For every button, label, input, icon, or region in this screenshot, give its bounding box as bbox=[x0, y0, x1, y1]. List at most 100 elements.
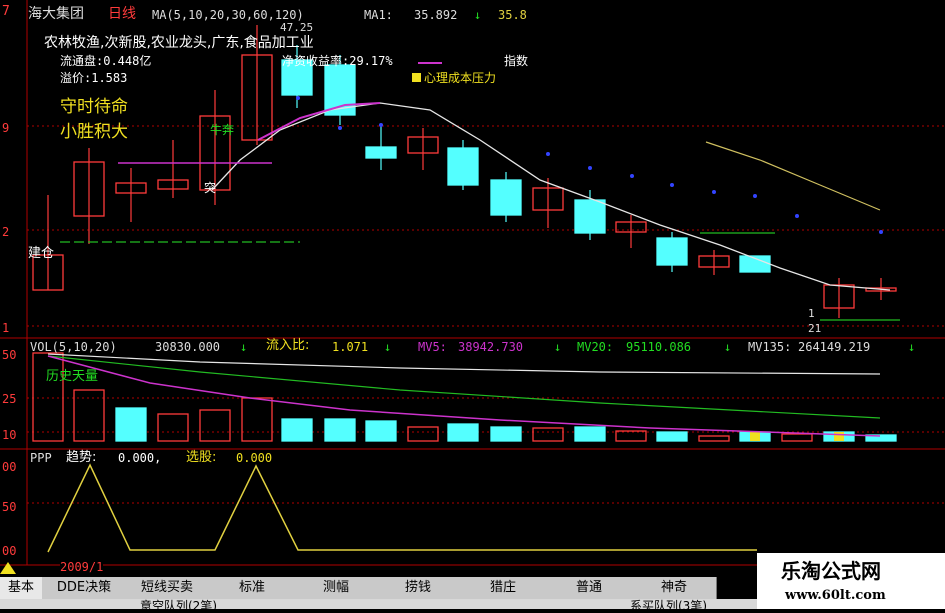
volume-bar bbox=[781, 433, 813, 442]
date-label: 2009/1 bbox=[60, 560, 104, 574]
index-legend-line bbox=[418, 62, 442, 64]
cost-legend-label: 心理成本压力 bbox=[424, 71, 497, 85]
select-value: 0.000 bbox=[236, 451, 273, 465]
mv20-value: 95110.086 bbox=[626, 340, 692, 354]
trend-label: 趋势: bbox=[66, 450, 97, 465]
volume-bar bbox=[407, 426, 439, 442]
volume-bar bbox=[281, 418, 313, 442]
volume-bar bbox=[615, 430, 647, 442]
annotation-niuben: 牛奔 bbox=[210, 123, 235, 137]
volume-bar bbox=[365, 420, 397, 442]
tab-4[interactable]: 测幅 bbox=[296, 577, 377, 599]
peak-price: 47.25 bbox=[280, 21, 314, 34]
main-y-label: 2 bbox=[2, 225, 10, 239]
tab-8[interactable]: 神奇 bbox=[632, 577, 717, 599]
main-y-label: 9 bbox=[2, 121, 10, 135]
slogan-2: 小胜积大 bbox=[60, 122, 128, 142]
volume-highlight bbox=[750, 432, 760, 441]
ppp-y-label: 00 bbox=[2, 460, 17, 474]
vol-y-label: 50 bbox=[2, 348, 17, 362]
volume-bar bbox=[157, 413, 189, 442]
indicator-dot bbox=[379, 123, 383, 127]
vol-y-label: 25 bbox=[2, 392, 17, 406]
vol-value: 30830.000 bbox=[155, 340, 221, 354]
mv135-label: MV135: bbox=[748, 340, 792, 354]
ma1-label: MA1: bbox=[364, 8, 393, 22]
candle-body bbox=[574, 199, 606, 234]
indicator-dot bbox=[795, 214, 799, 218]
inflow-arrow: ↓ bbox=[384, 340, 392, 354]
scroll-triangle-icon[interactable] bbox=[0, 562, 16, 574]
candle-body bbox=[365, 146, 397, 159]
low-price: 21 bbox=[808, 322, 822, 335]
roe: 净资收益率:29.17% bbox=[282, 54, 393, 68]
volume-bar bbox=[532, 427, 564, 442]
mv5-arrow: ↓ bbox=[554, 340, 562, 354]
indicator-dot bbox=[753, 194, 757, 198]
mv135-arrow: ↓ bbox=[908, 340, 916, 354]
inflow-value: 1.071 bbox=[332, 340, 369, 354]
annotation-jiancang: 建仓 bbox=[28, 246, 55, 261]
mv20-label: MV20: bbox=[577, 340, 614, 354]
mv135-value: 264149.219 bbox=[798, 340, 871, 354]
select-label: 选股: bbox=[186, 450, 217, 465]
queue-strip: 意空队列(2笔) 系买队列(3笔) bbox=[0, 599, 757, 613]
tab-0[interactable]: 基本 bbox=[0, 577, 43, 599]
candle-body bbox=[447, 147, 479, 186]
indicator-dot bbox=[588, 166, 592, 170]
float-cap: 流通盘:0.448亿 bbox=[60, 54, 152, 68]
sell-queue: 意空队列(2笔) bbox=[140, 599, 217, 613]
tab-2[interactable]: 短线买卖 bbox=[126, 577, 209, 599]
ppp-trend-line bbox=[47, 463, 757, 553]
mv20-arrow: ↓ bbox=[724, 340, 732, 354]
low-mark: 1 bbox=[808, 307, 815, 320]
ppp-y-label: 50 bbox=[2, 500, 17, 514]
tab-5[interactable]: 捞钱 bbox=[376, 577, 461, 599]
chart-canvas bbox=[0, 0, 945, 566]
stock-name: 海大集团 bbox=[28, 6, 84, 22]
ppp-y-label: 00 bbox=[2, 544, 17, 558]
annotation-tu: 突 bbox=[204, 181, 217, 195]
volume-bar bbox=[324, 418, 356, 442]
indicator-dot bbox=[879, 230, 883, 234]
candle-body bbox=[656, 237, 688, 266]
volume-bar bbox=[241, 397, 273, 442]
vol-y-label: 10 bbox=[2, 428, 17, 442]
ppp-label: PPP bbox=[30, 451, 52, 465]
indicator-dot bbox=[630, 174, 634, 178]
volume-bar bbox=[199, 409, 231, 442]
ma-params: MA(5,10,20,30,60,120) bbox=[152, 8, 304, 22]
volume-bar bbox=[32, 352, 64, 442]
tab-6[interactable]: 猎庄 bbox=[460, 577, 547, 599]
volume-bar bbox=[574, 426, 606, 442]
axis-top-value: 7 bbox=[2, 4, 10, 19]
industry-tags: 农林牧渔,次新股,农业龙头,广东,食品加工业 bbox=[44, 35, 314, 51]
slogan-1: 守时待命 bbox=[60, 97, 128, 117]
ma-line-yellow bbox=[705, 141, 881, 211]
watermark: 乐淘公式网 www.60lt.com bbox=[757, 553, 945, 609]
volume-bar bbox=[115, 407, 147, 442]
tab-3[interactable]: 标准 bbox=[208, 577, 297, 599]
buy-queue: 系买队列(3笔) bbox=[630, 599, 707, 613]
volume-bar bbox=[490, 426, 522, 442]
indicator-dot bbox=[670, 183, 674, 187]
mv135-line bbox=[47, 353, 881, 375]
tab-7[interactable]: 普通 bbox=[546, 577, 633, 599]
period-label[interactable]: 日线 bbox=[108, 7, 136, 21]
indicator-dot bbox=[296, 96, 300, 100]
inflow-label: 流入比: bbox=[266, 338, 310, 353]
ma1-value: 35.892 bbox=[414, 8, 458, 22]
ma-line-white bbox=[211, 102, 891, 291]
ma1-arrow: ↓ bbox=[474, 8, 482, 22]
mv5-value: 38942.730 bbox=[458, 340, 524, 354]
volume-highlight bbox=[834, 432, 844, 441]
indicator-dot bbox=[338, 126, 342, 130]
tab-1[interactable]: DDE决策 bbox=[42, 577, 127, 599]
volume-bar bbox=[698, 435, 730, 442]
ma-line-magenta bbox=[257, 102, 381, 141]
ma2-value: 35.8 bbox=[498, 8, 527, 22]
vol-label: VOL(5,10,20) bbox=[30, 340, 117, 354]
watermark-title: 乐淘公式网 bbox=[781, 559, 881, 583]
cost-legend-swatch bbox=[412, 73, 421, 82]
indicator-dot bbox=[546, 152, 550, 156]
